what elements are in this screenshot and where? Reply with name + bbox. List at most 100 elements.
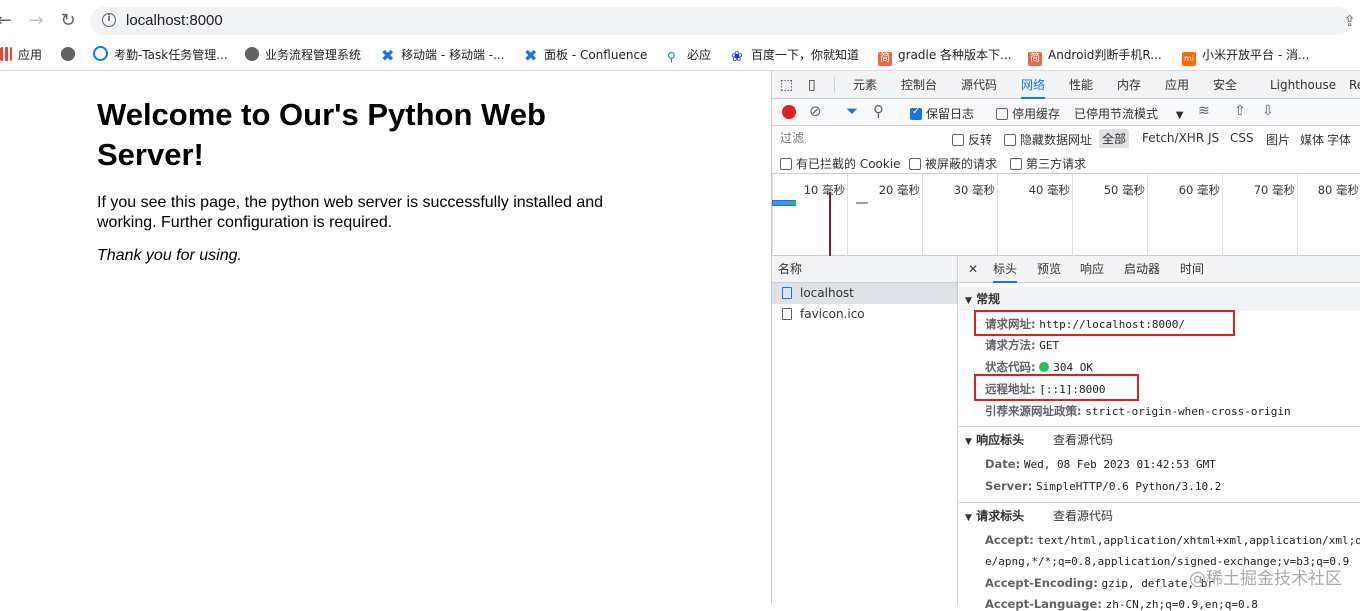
timeline-tick: 20 毫秒 bbox=[847, 174, 922, 256]
search-icon[interactable]: ⚲ bbox=[873, 102, 884, 120]
bookmark-apps[interactable]: 应用 bbox=[0, 45, 42, 65]
address-url[interactable]: localhost:8000 bbox=[126, 12, 223, 29]
request-method-row: 请求方法: GET bbox=[985, 337, 1059, 353]
tab-initiator[interactable]: 启动器 bbox=[1124, 256, 1160, 283]
view-source-link[interactable]: 查看源代码 bbox=[1053, 504, 1113, 528]
preserve-log-checkbox[interactable]: 保留日志 bbox=[910, 105, 974, 122]
blocked-cookies-checkbox[interactable]: 有已拦截的 Cookie bbox=[780, 155, 901, 172]
jianshu-icon: 简 bbox=[1028, 52, 1042, 66]
dropdown-arrow-icon: ▼ bbox=[1176, 110, 1184, 121]
network-conditions-icon[interactable]: ≋ bbox=[1198, 103, 1210, 119]
filter-type-font[interactable]: 字体 bbox=[1327, 131, 1351, 148]
tab-lighthouse[interactable]: Lighthouse bbox=[1270, 71, 1336, 99]
watermark: @稀土掘金技术社区 bbox=[1189, 564, 1342, 589]
triangle-down-icon: ▼ bbox=[965, 437, 972, 447]
status-ok-icon bbox=[1039, 362, 1049, 372]
blocked-requests-checkbox[interactable]: 被屏蔽的请求 bbox=[909, 155, 997, 172]
network-overview[interactable]: 10 毫秒 20 毫秒 30 毫秒 40 毫秒 50 毫秒 60 毫秒 70 毫… bbox=[772, 174, 1360, 256]
page-heading: Welcome to Our's Python Web Server! bbox=[97, 95, 657, 175]
bookmark-android[interactable]: 简Android判断手机R... bbox=[1028, 45, 1162, 65]
bookmark-baidu[interactable]: ❀百度一下，你就知道 bbox=[731, 45, 859, 65]
bookmark-confluence[interactable]: ✖面板 - Confluence bbox=[524, 45, 647, 65]
web-page: Welcome to Our's Python Web Server! If y… bbox=[0, 71, 771, 605]
invert-checkbox[interactable]: 反转 bbox=[952, 131, 992, 148]
filter-type-all[interactable]: 全部 bbox=[1099, 129, 1129, 148]
filter-input[interactable]: 过滤 bbox=[772, 129, 940, 147]
bookmark-globe[interactable] bbox=[61, 45, 81, 65]
timeline-tick: 80 毫秒 bbox=[1297, 174, 1360, 256]
page-body-text: If you see this page, the python web ser… bbox=[97, 193, 637, 233]
inspect-element-icon[interactable]: ⬚ bbox=[780, 71, 793, 99]
address-bar[interactable]: i localhost:8000 ⇪ bbox=[90, 7, 1352, 35]
checkbox-icon bbox=[1004, 134, 1016, 146]
highlight-box-remote-address bbox=[974, 374, 1139, 401]
tab-headers[interactable]: 标头 bbox=[993, 256, 1017, 283]
tab-elements[interactable]: 元素 bbox=[853, 71, 877, 99]
timeline-tick: 70 毫秒 bbox=[1222, 174, 1297, 256]
globe-icon bbox=[245, 47, 259, 61]
tab-response[interactable]: 响应 bbox=[1080, 256, 1104, 283]
response-headers-section-header[interactable]: ▼ 响应标头查看源代码 bbox=[959, 428, 1360, 452]
triangle-down-icon: ▼ bbox=[965, 296, 972, 306]
devtools-tabbar: ⬚ ▯ 元素 控制台 源代码 网络 性能 内存 应用 安全 Lighthouse… bbox=[772, 71, 1360, 99]
bookmark-xiaomi[interactable]: mi小米开放平台 - 消... bbox=[1182, 45, 1309, 65]
filter-type-media[interactable]: 媒体 bbox=[1300, 131, 1324, 148]
third-party-checkbox[interactable]: 第三方请求 bbox=[1010, 155, 1086, 172]
accept-encoding-row: Accept-Encoding: gzip, deflate, br bbox=[985, 576, 1214, 590]
share-icon[interactable]: ⇪ bbox=[1343, 12, 1356, 30]
timeline-tick: 60 毫秒 bbox=[1147, 174, 1222, 256]
throttling-select[interactable]: 已停用节流模式 ▼ bbox=[1074, 105, 1184, 122]
filter-type-js[interactable]: JS bbox=[1208, 131, 1219, 145]
record-icon[interactable] bbox=[782, 105, 796, 119]
bookmark-task[interactable]: 考勤-Task任务管理... bbox=[93, 45, 228, 65]
load-event-line bbox=[829, 192, 831, 256]
request-row-localhost[interactable]: localhost bbox=[772, 283, 957, 304]
browser-toolbar: ← → ↻ i localhost:8000 ⇪ bbox=[0, 0, 1360, 42]
general-section-header[interactable]: ▼ 常规 bbox=[959, 287, 1360, 311]
tab-recorder[interactable]: Re bbox=[1349, 71, 1360, 99]
page-thanks-text: Thank you for using. bbox=[97, 247, 242, 265]
tab-preview[interactable]: 预览 bbox=[1037, 256, 1061, 283]
request-details: ✕ 标头 预览 响应 启动器 时间 ▼ 常规 请求网址: http://loca… bbox=[959, 256, 1360, 605]
devtools-panel: ⬚ ▯ 元素 控制台 源代码 网络 性能 内存 应用 安全 Lighthouse… bbox=[771, 71, 1360, 605]
device-toolbar-icon[interactable]: ▯ bbox=[808, 71, 816, 99]
referrer-policy-row: 引荐来源网址政策: strict-origin-when-cross-origi… bbox=[985, 403, 1291, 419]
filter-type-img[interactable]: 图片 bbox=[1266, 131, 1290, 148]
column-header-name[interactable]: 名称 bbox=[772, 256, 957, 283]
site-info-icon[interactable]: i bbox=[102, 13, 116, 27]
request-headers-section-header[interactable]: ▼ 请求标头查看源代码 bbox=[959, 504, 1360, 528]
export-har-icon[interactable]: ⇩ bbox=[1262, 103, 1274, 119]
filter-icon[interactable]: ⏷ bbox=[846, 102, 858, 120]
search-icon: ⚲ bbox=[667, 47, 681, 61]
tab-application[interactable]: 应用 bbox=[1165, 71, 1189, 99]
close-details-icon[interactable]: ✕ bbox=[968, 256, 978, 283]
bookmark-mobile[interactable]: ✖移动端 - 移动端 -... bbox=[381, 45, 505, 65]
hide-data-urls-checkbox[interactable]: 隐藏数据网址 bbox=[1004, 131, 1092, 148]
checkbox-icon bbox=[952, 134, 964, 146]
tab-console[interactable]: 控制台 bbox=[901, 71, 937, 99]
disable-cache-checkbox[interactable]: 停用缓存 bbox=[996, 105, 1060, 122]
tab-network[interactable]: 网络 bbox=[1021, 71, 1045, 99]
tab-memory[interactable]: 内存 bbox=[1117, 71, 1141, 99]
filter-type-fetch[interactable]: Fetch/XHR bbox=[1142, 131, 1204, 145]
bookmark-workflow[interactable]: 业务流程管理系统 bbox=[245, 45, 361, 65]
bookmark-gradle[interactable]: 简gradle 各种版本下... bbox=[878, 45, 1012, 65]
forward-arrow-icon[interactable]: → bbox=[26, 10, 46, 32]
filter-bar: 过滤 反转 隐藏数据网址 全部 Fetch/XHR JS CSS 图片 媒体 字… bbox=[772, 126, 1360, 174]
filter-type-css[interactable]: CSS bbox=[1230, 131, 1254, 145]
view-source-link[interactable]: 查看源代码 bbox=[1053, 428, 1113, 452]
import-har-icon[interactable]: ⇧ bbox=[1234, 103, 1246, 119]
tab-performance[interactable]: 性能 bbox=[1069, 71, 1093, 99]
tab-timing[interactable]: 时间 bbox=[1180, 256, 1204, 283]
task-icon bbox=[93, 46, 108, 61]
request-row-favicon[interactable]: favicon.ico bbox=[772, 304, 957, 325]
checkbox-icon bbox=[996, 108, 1008, 120]
tab-security[interactable]: 安全 bbox=[1213, 71, 1237, 99]
bookmark-bing[interactable]: ⚲必应 bbox=[667, 45, 711, 65]
clear-icon[interactable]: ⊘ bbox=[809, 102, 822, 120]
back-arrow-icon[interactable]: ← bbox=[0, 10, 14, 32]
highlight-box-request-url bbox=[974, 310, 1235, 336]
section-divider bbox=[959, 426, 1360, 427]
reload-icon[interactable]: ↻ bbox=[58, 10, 78, 32]
tab-sources[interactable]: 源代码 bbox=[961, 71, 997, 99]
